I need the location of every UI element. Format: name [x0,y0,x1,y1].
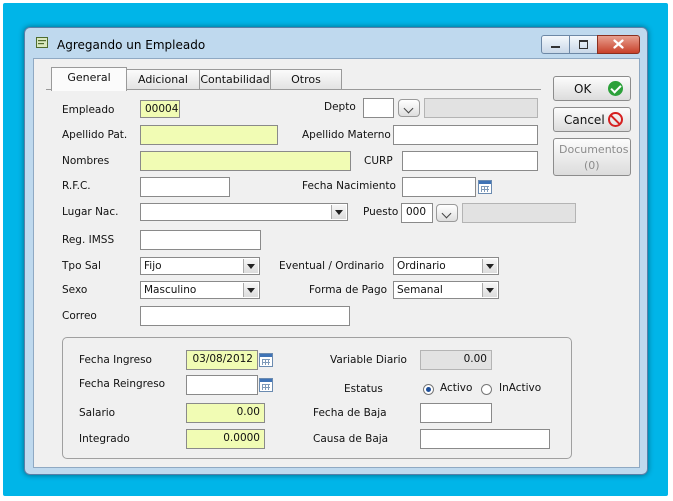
apellido-pat-label: Apellido Pat. [62,129,128,141]
ok-button-label: OK [574,82,592,96]
variable-diario-label: Variable Diario [330,354,407,366]
documentos-button-label: Documentos [559,143,629,156]
chevron-down-icon [243,283,258,297]
causa-baja-field[interactable] [420,429,550,449]
variable-diario-field: 0.00 [420,350,492,370]
window-title: Agregando un Empleado [57,38,206,52]
puesto-field[interactable]: 000 [401,203,433,223]
documentos-button[interactable]: Documentos (0) [553,138,631,176]
apellido-materno-label: Apellido Materno [302,129,391,141]
tab-contabilidad[interactable]: Contabilidad [199,69,271,89]
maximize-icon [579,40,588,49]
empleado-label: Empleado [62,104,115,116]
forma-pago-select[interactable]: Semanal [393,281,499,299]
eventual-ordinario-value: Ordinario [397,260,446,272]
sexo-value: Masculino [144,284,197,296]
curp-label: CURP [364,155,393,167]
puesto-description-field [462,203,576,223]
fecha-reingreso-field[interactable] [186,375,258,395]
fecha-ingreso-field[interactable]: 03/08/2012 [186,350,258,370]
tpo-sal-label: Tpo Sal [62,260,101,272]
integrado-label: Integrado [79,433,130,445]
nombres-label: Nombres [62,155,110,167]
apellido-materno-field[interactable] [393,125,538,145]
chevron-down-icon [482,283,497,297]
curp-field[interactable] [402,151,538,171]
fecha-ingreso-label: Fecha Ingreso [79,354,152,366]
lugar-nac-select[interactable] [140,203,348,221]
documentos-count: (0) [584,159,600,172]
salario-field[interactable]: 0.00 [186,403,265,423]
estatus-activo-label: Activo [440,382,473,394]
tpo-sal-value: Fijo [144,260,162,272]
integrado-field[interactable]: 0.0000 [186,429,265,449]
puesto-lookup-button[interactable] [436,204,458,222]
tab-adicional[interactable]: Adicional [126,69,200,89]
calendar-icon[interactable] [259,353,273,367]
tab-general[interactable]: General [51,67,127,91]
minimize-button[interactable] [541,35,570,54]
no-entry-icon [608,112,623,127]
reg-imss-field[interactable] [140,230,261,250]
close-button[interactable] [597,35,640,54]
sexo-select[interactable]: Masculino [140,281,260,299]
correo-field[interactable] [140,306,350,326]
apellido-pat-field[interactable] [140,125,278,145]
calendar-icon[interactable] [259,378,273,392]
tab-otros[interactable]: Otros [270,69,342,89]
dialog-content: General Adicional Contabilidad Otros Emp… [33,58,640,468]
estatus-inactivo-label: InActivo [499,382,542,394]
eventual-ordinario-select[interactable]: Ordinario [393,257,499,275]
correo-label: Correo [62,310,97,322]
empleado-field[interactable]: 00004 [140,100,180,118]
depto-field[interactable] [363,98,394,118]
reg-imss-label: Reg. IMSS [62,234,115,246]
maximize-button[interactable] [569,35,598,54]
fecha-nacimiento-label: Fecha Nacimiento [302,180,396,192]
cancel-button-label: Cancel [564,113,605,127]
fecha-nacimiento-field[interactable] [402,177,476,197]
depto-lookup-button[interactable] [398,99,420,117]
chevron-down-icon [482,259,497,273]
estatus-label: Estatus [344,383,383,395]
form-icon [36,37,48,48]
fecha-baja-field[interactable] [420,403,492,423]
chevron-down-icon [331,205,346,219]
check-circle-icon [608,81,623,96]
calendar-icon[interactable] [478,180,492,194]
sexo-label: Sexo [62,284,88,296]
nombres-field[interactable] [140,151,351,171]
minimize-icon [551,46,560,48]
estatus-activo-radio[interactable] [423,384,434,395]
forma-pago-value: Semanal [397,284,443,296]
title-bar[interactable]: Agregando un Empleado [25,28,647,58]
fecha-reingreso-label: Fecha Reingreso [79,378,166,390]
tab-label: Otros [291,73,321,86]
employee-dialog: Agregando un Empleado General Adicional … [24,27,648,475]
rfc-label: R.F.C. [62,180,91,192]
estatus-inactivo-radio[interactable] [481,384,492,395]
causa-baja-label: Causa de Baja [313,433,389,445]
tab-label: Contabilidad [200,73,270,86]
fecha-baja-label: Fecha de Baja [313,407,387,419]
puesto-label: Puesto [363,206,399,218]
eventual-ordinario-label: Eventual / Ordinario [279,260,385,272]
cancel-button[interactable]: Cancel [553,107,631,132]
ok-button[interactable]: OK [553,76,631,101]
salario-label: Salario [79,407,116,419]
close-icon [613,39,624,49]
chevron-down-icon [243,259,258,273]
forma-pago-label: Forma de Pago [309,284,388,296]
depto-description-field [424,98,538,118]
lugar-nac-label: Lugar Nac. [62,206,119,218]
tab-label: General [67,71,111,84]
tab-label: Adicional [138,73,188,86]
rfc-field[interactable] [140,177,230,197]
tpo-sal-select[interactable]: Fijo [140,257,260,275]
depto-label: Depto [324,101,356,113]
